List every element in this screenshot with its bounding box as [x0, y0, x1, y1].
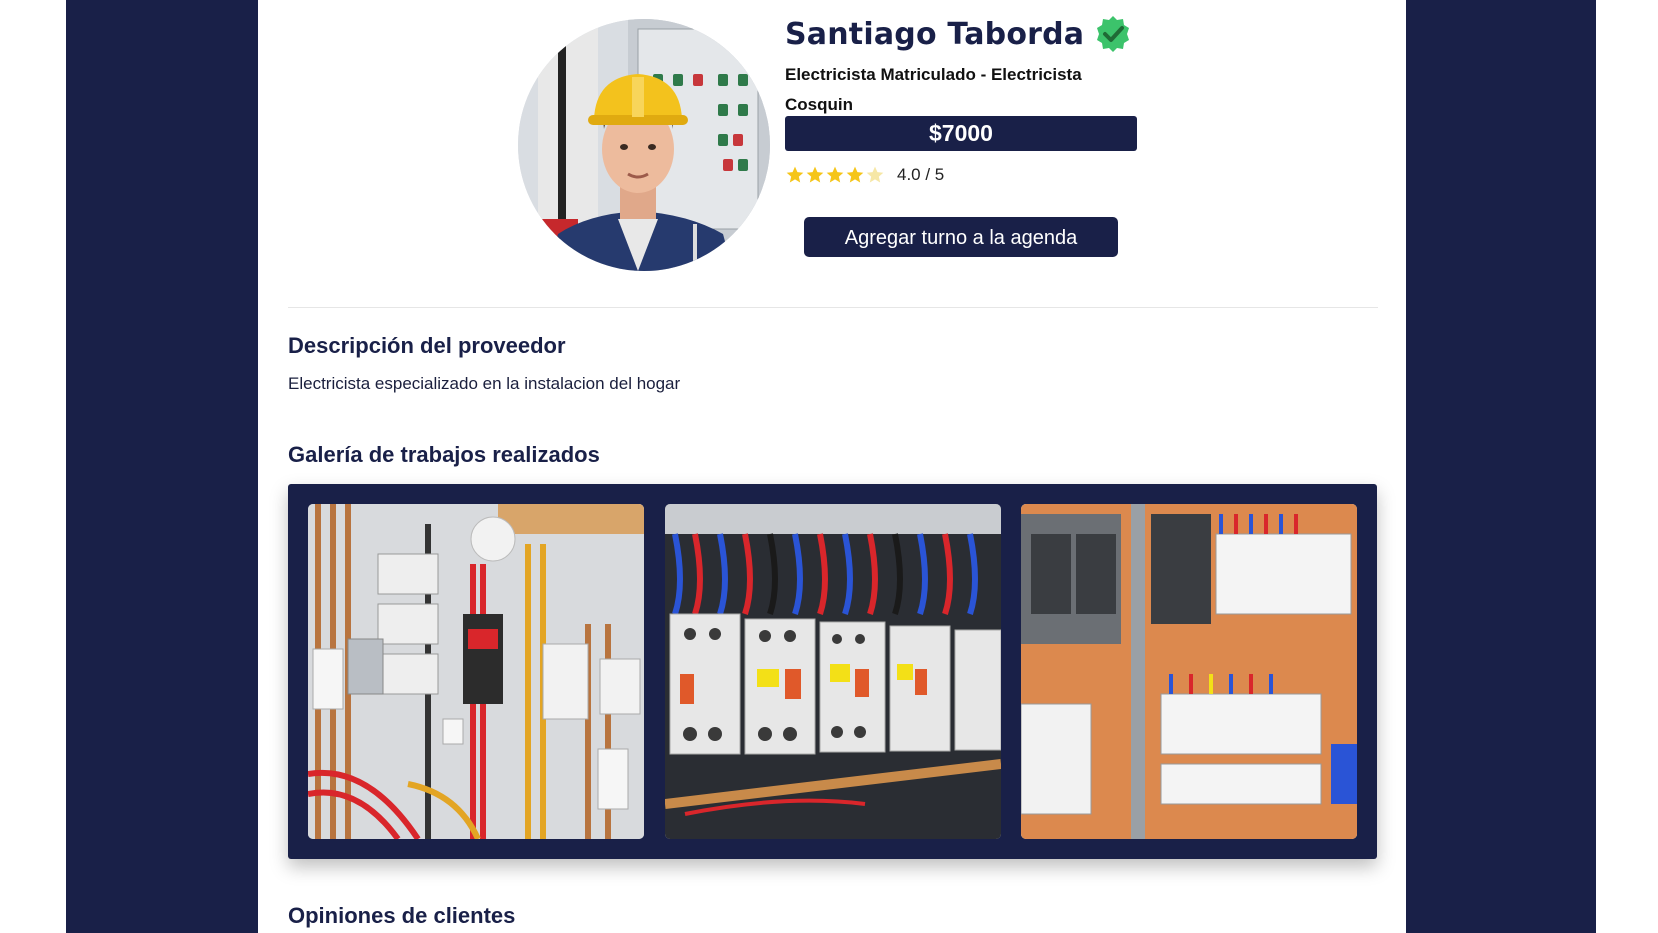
wiring-panel-photo-icon [308, 504, 644, 839]
electrician-portrait-icon [518, 19, 770, 271]
provider-name-row: Santiago Taborda [785, 14, 1132, 54]
gallery-image-switchboard[interactable] [1021, 504, 1357, 839]
star-filled-icon [786, 166, 804, 183]
rating: 4.0 / 5 [785, 164, 944, 186]
star-empty-icon [866, 166, 884, 183]
switchboard-photo-icon [1021, 504, 1357, 839]
provider-profession: Electricista Matriculado - Electricista … [785, 60, 1125, 120]
gallery-heading: Galería de trabajos realizados [288, 442, 600, 467]
description-heading: Descripción del proveedor [288, 333, 566, 358]
right-side-band [1406, 0, 1596, 933]
gallery-image-wiring-panel[interactable] [308, 504, 644, 839]
section-divider [288, 307, 1378, 308]
rating-stars [785, 165, 885, 185]
star-filled-icon [826, 166, 844, 183]
page: Santiago Taborda Electricista Matriculad… [0, 0, 1658, 933]
provider-profession-line: Electricista Matriculado - Electricista [785, 65, 1082, 84]
provider-avatar [518, 19, 770, 271]
description-text: Electricista especializado en la instala… [288, 374, 681, 393]
rating-value: 4.0 / 5 [897, 165, 945, 184]
work-gallery [288, 484, 1377, 859]
left-side-band [66, 0, 258, 933]
provider-name: Santiago Taborda [785, 16, 1085, 52]
contactors-photo-icon [665, 504, 1001, 839]
star-filled-icon [806, 166, 824, 183]
provider-profile-card: Santiago Taborda Electricista Matriculad… [258, 0, 1406, 933]
price-badge: $7000 [785, 116, 1137, 151]
star-filled-icon [846, 166, 864, 183]
reviews-heading: Opiniones de clientes [288, 903, 516, 928]
add-appointment-button[interactable]: Agregar turno a la agenda [804, 217, 1118, 257]
gallery-image-contactors[interactable] [665, 504, 1001, 839]
verified-badge-icon [1097, 16, 1130, 52]
